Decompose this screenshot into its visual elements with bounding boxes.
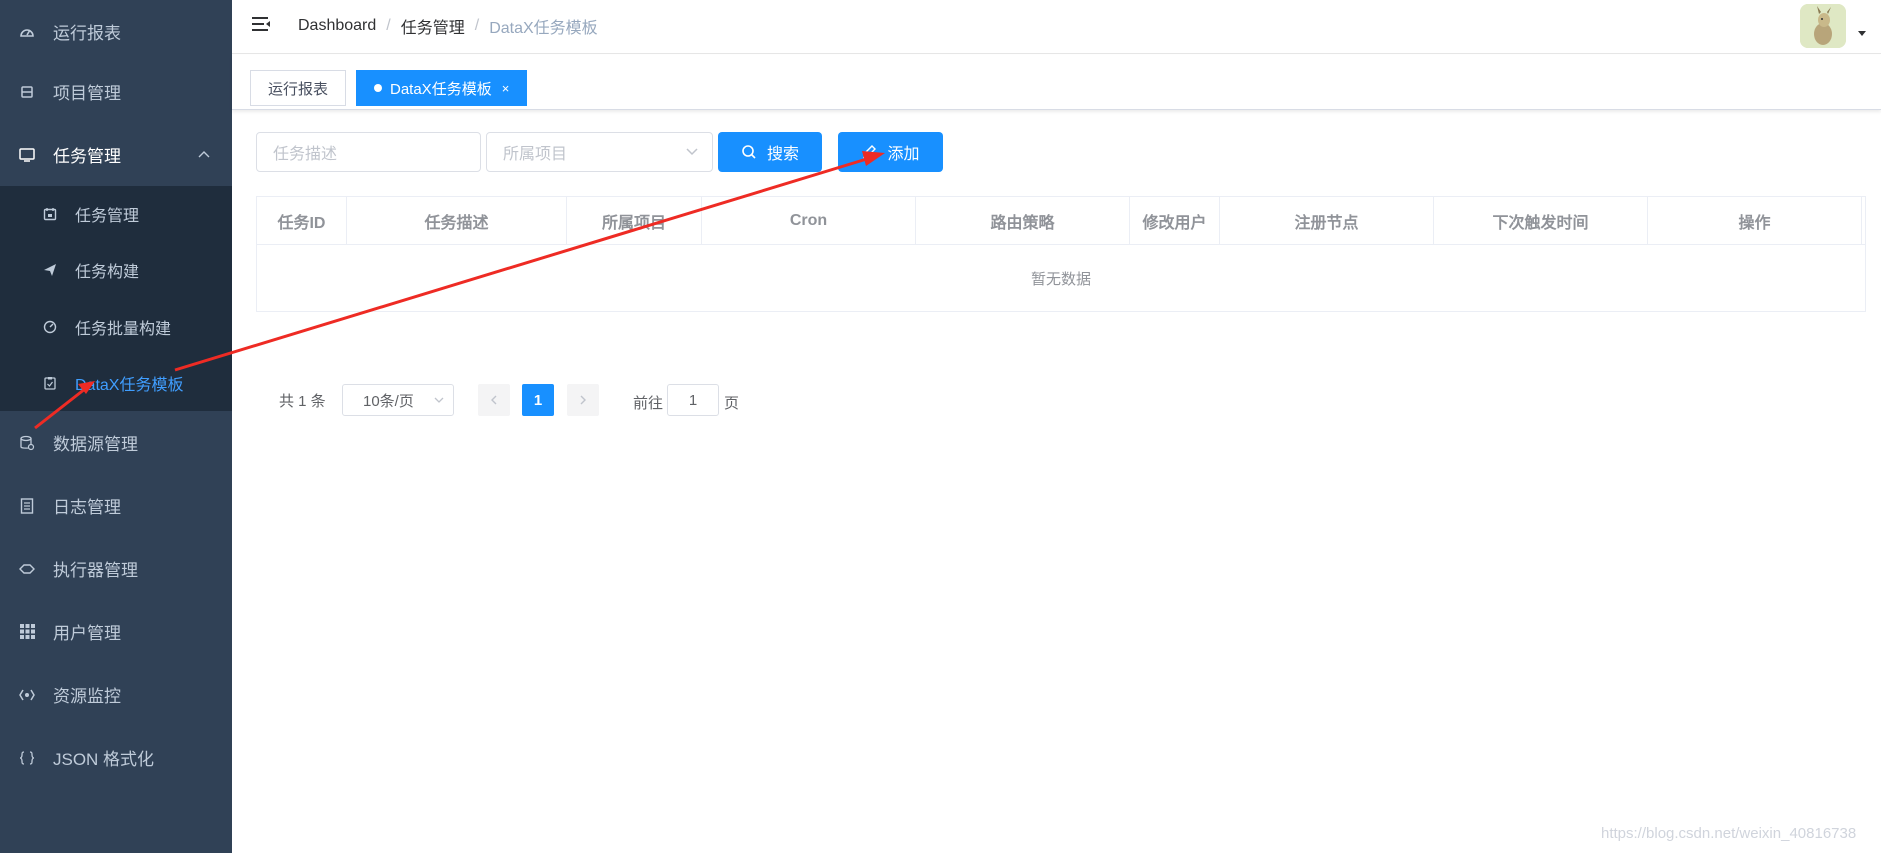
submenu-item-task-management[interactable]: 任务管理 xyxy=(0,186,232,242)
prev-page-button[interactable] xyxy=(478,384,510,416)
dashboard-icon xyxy=(19,24,35,40)
close-icon[interactable]: × xyxy=(502,81,510,96)
caret-down-icon[interactable] xyxy=(1857,30,1867,38)
submenu-item-batch-build[interactable]: 任务批量构建 xyxy=(0,299,232,355)
sidebar-item-projects[interactable]: 项目管理 xyxy=(0,60,232,123)
column-header[interactable]: 任务ID xyxy=(257,197,347,245)
sidebar-item-resource-monitor[interactable]: 资源监控 xyxy=(0,663,232,726)
column-header[interactable]: Cron xyxy=(702,197,916,245)
column-header[interactable]: 路由策略 xyxy=(916,197,1130,245)
watermark: https://blog.csdn.net/weixin_40816738 xyxy=(1601,825,1857,842)
task-table: 任务ID 任务描述 所属项目 Cron 路由策略 修改用户 注册节点 下次触发时… xyxy=(256,196,1866,312)
pagination-total: 共 1 条 xyxy=(279,393,326,410)
page-button-current[interactable]: 1 xyxy=(522,384,554,416)
empty-text: 暂无数据 xyxy=(1030,270,1091,288)
breadcrumb-current: DataX任务模板 xyxy=(489,20,598,37)
column-header[interactable]: 所属项目 xyxy=(567,197,702,245)
breadcrumb-task-management[interactable]: 任务管理 xyxy=(401,14,465,38)
add-button[interactable]: 添加 xyxy=(838,132,943,172)
sidebar: 运行报表 项目管理 任务管理 任务管理 任务构建 任务批量构建 DataX任务模… xyxy=(0,0,232,853)
search-button[interactable]: 搜索 xyxy=(718,132,822,172)
tag-datax-template[interactable]: DataX任务模板 × xyxy=(356,70,528,106)
paper-plane-icon xyxy=(42,262,58,278)
column-header[interactable]: 操作 xyxy=(1648,197,1862,245)
tags-view: 运行报表 DataX任务模板 × xyxy=(232,55,1881,110)
sidebar-item-users[interactable]: 用户管理 xyxy=(0,600,232,663)
task-desc-input[interactable]: 任务描述 xyxy=(256,132,481,172)
edit-icon xyxy=(861,144,877,160)
chevron-right-icon xyxy=(580,395,586,405)
navbar: Dashboard / 任务管理 / DataX任务模板 xyxy=(232,0,1881,54)
sidebar-item-dashboard[interactable]: 运行报表 xyxy=(0,0,232,63)
executor-icon xyxy=(19,561,35,577)
sidebar-item-label: 任务管理 xyxy=(53,147,121,166)
sidebar-item-task-management[interactable]: 任务管理 xyxy=(0,123,232,186)
table-header: 任务ID 任务描述 所属项目 Cron 路由策略 修改用户 注册节点 下次触发时… xyxy=(257,197,1865,245)
task-submenu: 任务管理 任务构建 任务批量构建 DataX任务模板 xyxy=(0,186,232,411)
tag-label: 运行报表 xyxy=(268,80,329,98)
column-header[interactable]: 修改用户 xyxy=(1130,197,1220,245)
search-button-label: 搜索 xyxy=(766,146,799,163)
document-icon xyxy=(19,497,35,514)
chevron-down-icon xyxy=(434,397,444,403)
calendar-icon xyxy=(42,206,58,222)
sidebar-item-datasource[interactable]: 数据源管理 xyxy=(0,411,232,474)
monitor-icon xyxy=(19,147,35,163)
annotation-arrows xyxy=(34,151,885,430)
avatar-image xyxy=(1800,4,1846,48)
sidebar-item-label: 资源监控 xyxy=(53,687,121,706)
hamburger-icon[interactable] xyxy=(250,14,272,36)
database-icon xyxy=(19,435,35,451)
add-button-label: 添加 xyxy=(887,146,920,163)
chevron-up-icon xyxy=(198,151,210,158)
goto-label: 前往 xyxy=(633,395,664,412)
submenu-item-label: DataX任务模板 xyxy=(75,377,184,394)
braces-icon xyxy=(19,750,35,766)
project-icon xyxy=(19,84,35,100)
submenu-item-datax-template[interactable]: DataX任务模板 xyxy=(0,355,232,411)
column-header[interactable]: 注册节点 xyxy=(1220,197,1434,245)
next-page-button[interactable] xyxy=(567,384,599,416)
gauge-icon xyxy=(42,319,58,335)
breadcrumb-dashboard[interactable]: Dashboard xyxy=(298,17,376,35)
column-header[interactable]: 下次触发时间 xyxy=(1434,197,1648,245)
page-size-value: 10条/页 xyxy=(363,392,414,410)
sidebar-item-label: 运行报表 xyxy=(53,24,121,43)
tag-label: DataX任务模板 xyxy=(390,80,492,98)
sidebar-item-label: 日志管理 xyxy=(53,498,121,517)
breadcrumb: Dashboard / 任务管理 / DataX任务模板 xyxy=(298,14,598,38)
project-select[interactable]: 所属项目 xyxy=(486,132,713,172)
search-icon xyxy=(741,144,757,160)
goto-page-input[interactable]: 1 xyxy=(667,384,719,416)
avatar[interactable] xyxy=(1800,4,1846,48)
active-dot-icon xyxy=(374,84,382,92)
page-size-select[interactable]: 10条/页 xyxy=(342,384,454,416)
sidebar-item-label: 数据源管理 xyxy=(53,435,138,454)
column-header[interactable]: 任务描述 xyxy=(347,197,567,245)
tag-dashboard[interactable]: 运行报表 xyxy=(250,70,347,106)
submenu-item-label: 任务构建 xyxy=(75,264,140,281)
chevron-left-icon xyxy=(491,395,497,405)
sidebar-item-label: JSON 格式化 xyxy=(53,750,155,769)
project-select-placeholder: 所属项目 xyxy=(503,146,568,163)
submenu-item-label: 任务批量构建 xyxy=(75,321,172,338)
grid-icon xyxy=(19,624,35,640)
sidebar-item-label: 项目管理 xyxy=(53,84,121,103)
clipboard-icon xyxy=(42,375,58,391)
chevron-down-icon xyxy=(686,148,698,156)
sidebar-item-executors[interactable]: 执行器管理 xyxy=(0,537,232,600)
monitor-resource-icon xyxy=(19,687,35,703)
sidebar-item-label: 用户管理 xyxy=(53,624,121,643)
goto-suffix: 页 xyxy=(724,395,740,412)
submenu-item-label: 任务管理 xyxy=(75,208,140,225)
task-desc-placeholder: 任务描述 xyxy=(273,146,338,163)
sidebar-item-logs[interactable]: 日志管理 xyxy=(0,474,232,537)
submenu-item-task-build[interactable]: 任务构建 xyxy=(0,242,232,298)
sidebar-item-label: 执行器管理 xyxy=(53,561,138,580)
sidebar-item-json-format[interactable]: JSON 格式化 xyxy=(0,726,232,789)
